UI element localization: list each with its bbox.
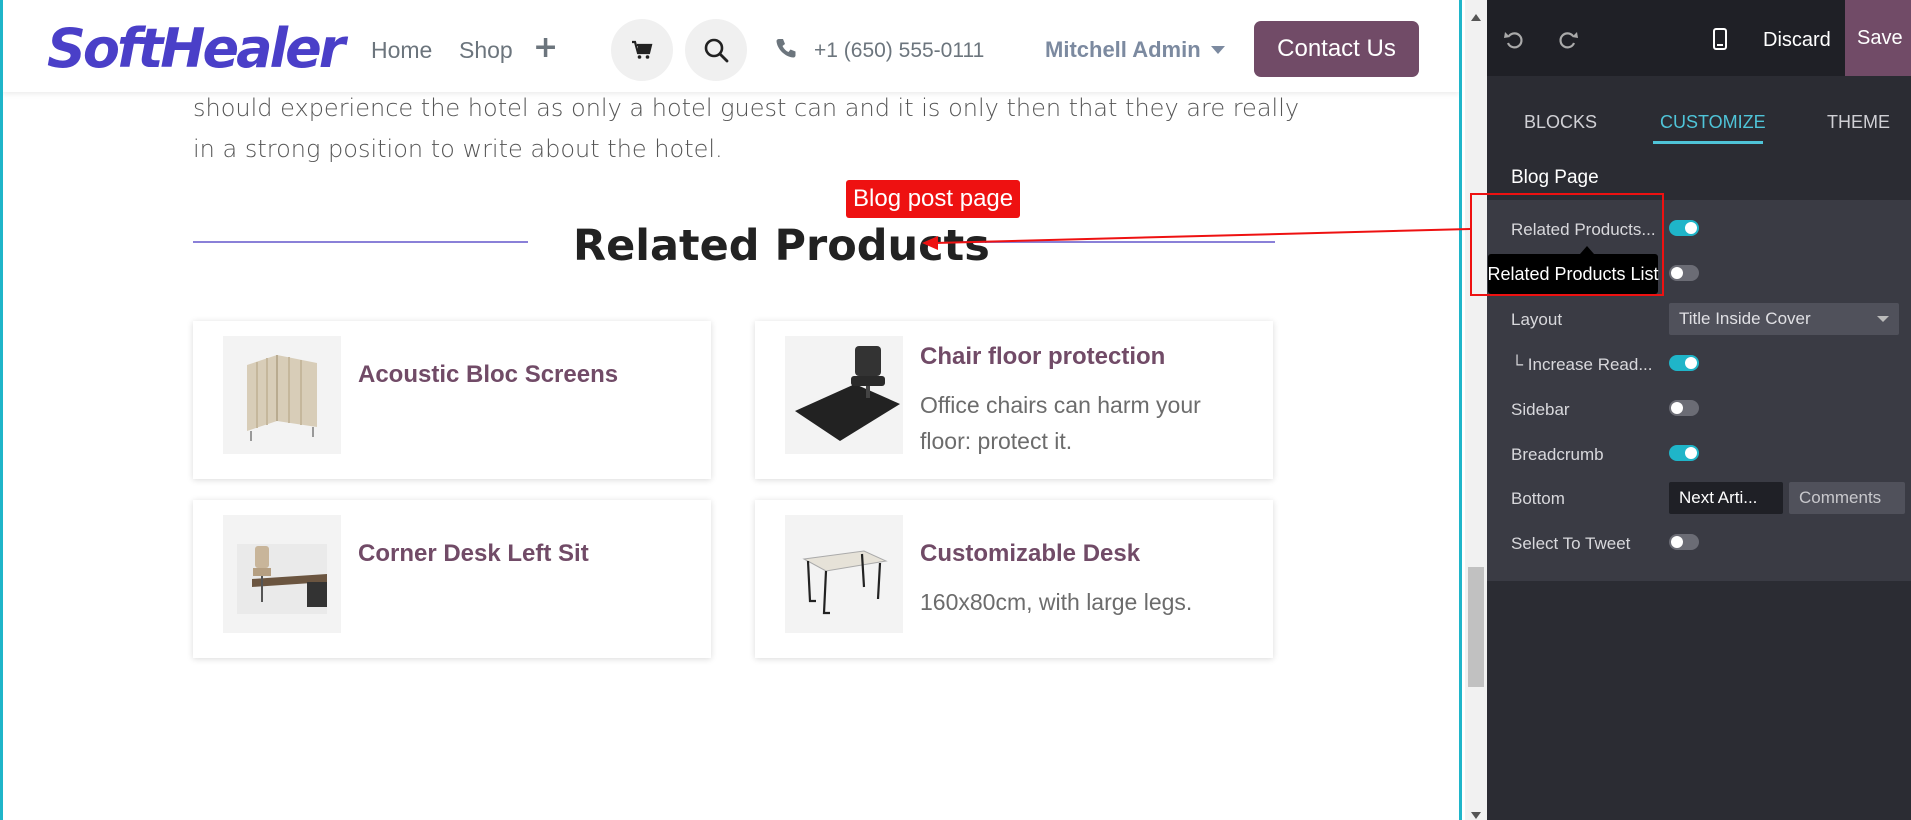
title-divider-left [193, 241, 528, 243]
option-layout-label: Layout [1511, 310, 1563, 329]
layout-select-value: Title Inside Cover [1679, 309, 1811, 328]
product-title[interactable]: Corner Desk Left Sit [358, 540, 589, 568]
site-navbar: SoftHealer Home Shop + +1 (650) 555-0111… [3, 0, 1459, 92]
layout-select[interactable]: Title Inside Cover [1669, 303, 1899, 335]
option-select-to-tweet-label: Select To Tweet [1511, 534, 1631, 553]
toggle-select-to-tweet[interactable] [1669, 534, 1699, 550]
toggle-hidden-option[interactable] [1669, 265, 1699, 281]
chair-mat-product-icon [795, 346, 900, 441]
editor-tabs: BLOCKS CUSTOMIZE THEME [1487, 76, 1911, 146]
product-image [223, 336, 341, 454]
scroll-down-icon[interactable] [1471, 812, 1481, 819]
screen: SoftHealer Home Shop + +1 (650) 555-0111… [0, 0, 1911, 820]
scroll-thumb[interactable] [1468, 567, 1484, 687]
toggle-related-products[interactable] [1669, 220, 1699, 236]
save-button[interactable]: Save [1845, 0, 1911, 76]
mobile-icon [1713, 28, 1727, 50]
option-increase-read-label: └ Increase Read... [1511, 355, 1653, 374]
user-menu[interactable]: Mitchell Admin [1045, 37, 1225, 63]
product-image [785, 515, 903, 633]
bottom-comments-button[interactable]: Comments [1789, 482, 1905, 514]
contact-us-button[interactable]: Contact Us [1254, 21, 1419, 77]
discard-button[interactable]: Discard [1763, 29, 1831, 52]
add-menu-icon[interactable]: + [533, 30, 558, 66]
editor-toolbar: Discard Save [1487, 0, 1911, 76]
cart-button[interactable] [611, 19, 673, 81]
scroll-up-icon[interactable] [1471, 14, 1481, 21]
product-title[interactable]: Acoustic Bloc Screens [358, 361, 618, 389]
phone-number[interactable]: +1 (650) 555-0111 [814, 39, 984, 63]
toggle-breadcrumb[interactable] [1669, 445, 1699, 461]
table-product-icon [802, 550, 888, 615]
option-bottom-label: Bottom [1511, 489, 1565, 508]
undo-button[interactable] [1499, 24, 1529, 54]
product-title[interactable]: Chair floor protection [920, 343, 1165, 371]
caret-down-icon [1877, 316, 1889, 322]
option-related-products-label: Related Products... [1511, 220, 1656, 239]
product-image [223, 515, 341, 633]
search-icon [704, 38, 729, 63]
site-logo[interactable]: SoftHealer [47, 14, 345, 84]
redo-button[interactable] [1553, 24, 1583, 54]
product-description: 160x80cm, with large legs. [920, 589, 1193, 615]
toggle-increase-read[interactable] [1669, 355, 1699, 371]
blog-paragraph: should experience the hotel as only a ho… [193, 94, 1300, 163]
option-sidebar-label: Sidebar [1511, 400, 1570, 419]
cart-icon [632, 40, 653, 59]
product-card[interactable]: Chair floor protection Office chairs can… [755, 321, 1273, 479]
toggle-sidebar[interactable] [1669, 400, 1699, 416]
tooltip-arrow [1580, 246, 1594, 254]
search-button[interactable] [685, 19, 747, 81]
website-preview: SoftHealer Home Shop + +1 (650) 555-0111… [0, 0, 1462, 820]
tooltip: Related Products List [1487, 254, 1659, 294]
title-divider-right [963, 241, 1275, 243]
desk-product-icon [237, 544, 327, 614]
nav-shop[interactable]: Shop [459, 36, 513, 64]
active-tab-indicator [1653, 141, 1763, 144]
annotation-label: Blog post page [846, 180, 1021, 218]
option-breadcrumb-label: Breadcrumb [1511, 445, 1604, 464]
undo-icon [1504, 32, 1523, 49]
product-card[interactable]: Corner Desk Left Sit [193, 500, 711, 658]
related-products-heading: Related Products [573, 221, 990, 271]
editor-panel: Discard Save BLOCKS CUSTOMIZE THEME Blog… [1487, 0, 1911, 820]
product-title[interactable]: Customizable Desk [920, 540, 1140, 568]
bottom-next-article-button[interactable]: Next Arti... [1669, 482, 1783, 514]
phone-icon [776, 39, 796, 58]
chevron-down-icon [1210, 46, 1225, 54]
redo-icon [1559, 32, 1578, 49]
product-card[interactable]: Acoustic Bloc Screens [193, 321, 711, 479]
product-card[interactable]: Customizable Desk 160x80cm, with large l… [755, 500, 1273, 658]
screen-product-icon [247, 355, 317, 441]
product-image [785, 336, 903, 454]
tab-blocks[interactable]: BLOCKS [1524, 112, 1597, 133]
mobile-preview-button[interactable] [1705, 24, 1735, 54]
page-scrollbar[interactable] [1465, 0, 1487, 820]
nav-home[interactable]: Home [371, 36, 432, 64]
section-title: Blog Page [1511, 167, 1599, 188]
tab-customize[interactable]: CUSTOMIZE [1660, 112, 1766, 133]
tab-theme[interactable]: THEME [1827, 112, 1890, 133]
product-description: Office chairs can harm your floor: prote… [920, 392, 1201, 454]
user-name: Mitchell Admin [1045, 37, 1201, 62]
